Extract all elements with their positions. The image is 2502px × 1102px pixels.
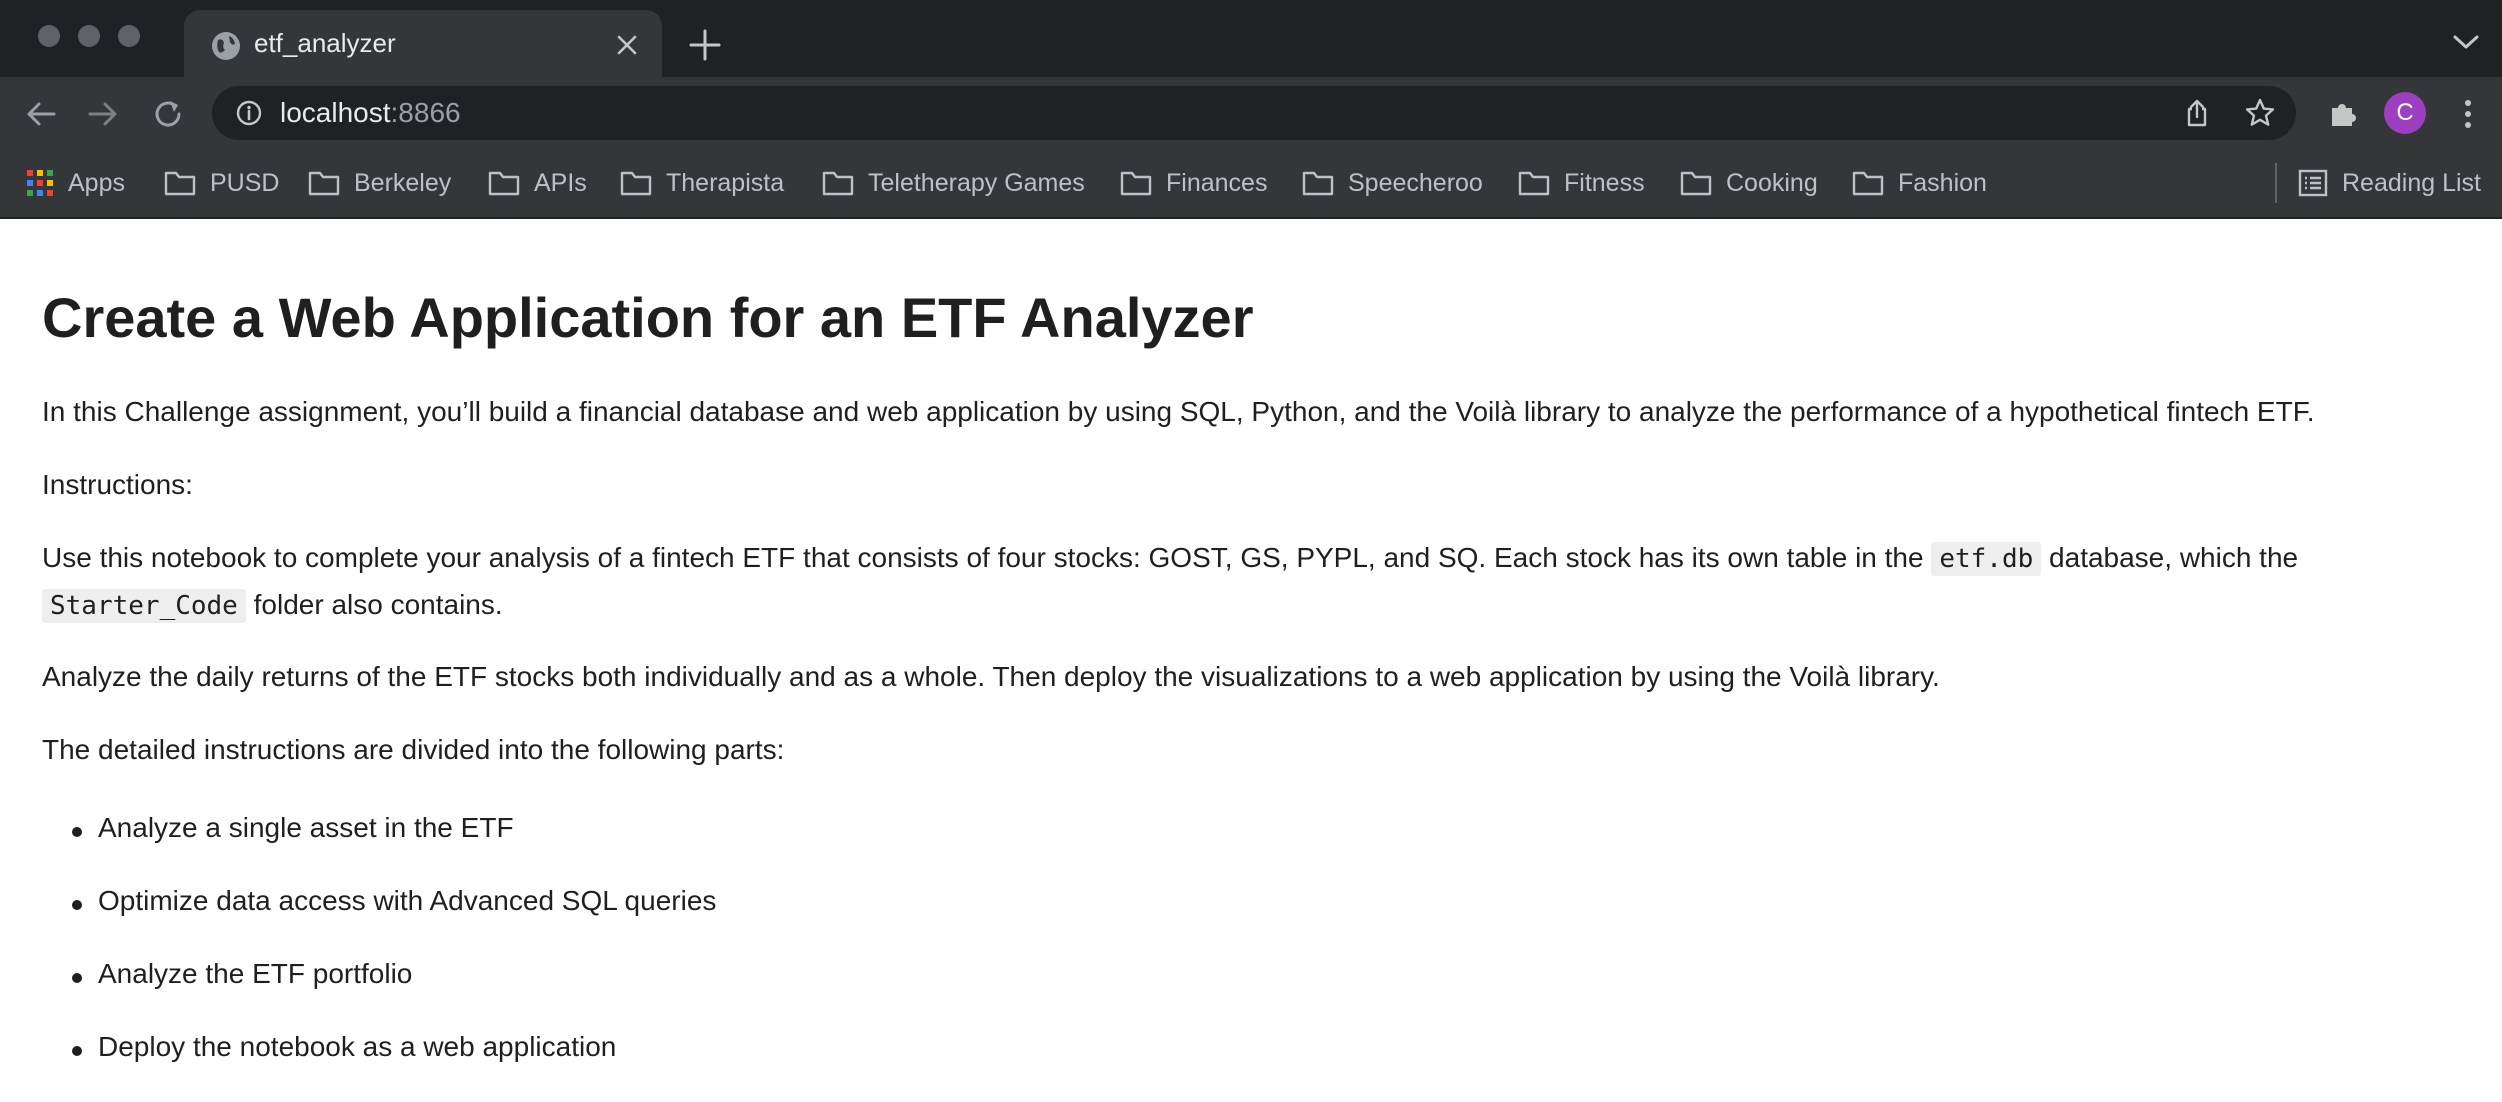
chevron-down-icon[interactable] — [2452, 32, 2480, 52]
folder-icon — [164, 171, 196, 196]
window-minimize-light[interactable] — [78, 25, 100, 47]
reading-list-button[interactable]: Reading List — [2298, 149, 2481, 217]
reading-list-label: Reading List — [2342, 168, 2481, 197]
browser-toolbar: localhost:8866 C — [0, 77, 2502, 149]
bookmark-star-icon[interactable] — [2244, 97, 2276, 129]
folder-icon — [822, 171, 854, 196]
url-host: localhost — [280, 97, 391, 128]
tab-etf-analyzer[interactable]: etf_analyzer — [184, 10, 662, 77]
extensions-puzzle-icon[interactable] — [2326, 96, 2360, 130]
folder-icon — [308, 171, 340, 196]
bookmark-label: Cooking — [1726, 168, 1818, 197]
new-tab-plus-icon[interactable] — [688, 28, 722, 62]
bookmark-label: APIs — [534, 168, 587, 197]
bookmark-label: Teletherapy Games — [868, 168, 1085, 197]
tab-title: etf_analyzer — [254, 28, 396, 58]
folder-icon — [1518, 171, 1550, 196]
globe-icon — [212, 32, 240, 60]
folder-icon — [488, 171, 520, 196]
bookmark-folder-cooking[interactable]: Cooking — [1680, 149, 1818, 217]
list-bullet — [72, 973, 82, 983]
bookmarks-bar: Apps PUSD Berkeley APIs Therapista Telet… — [0, 149, 2502, 219]
notebook-text-3: folder also contains. — [245, 589, 503, 620]
instructions-label: Instructions: — [42, 469, 193, 500]
share-icon[interactable] — [2182, 98, 2212, 128]
bookmark-label: PUSD — [210, 168, 280, 197]
tab-strip: etf_analyzer — [0, 0, 2502, 77]
reading-list-icon — [2298, 169, 2328, 197]
notebook-page: Create a Web Application for an ETF Anal… — [0, 219, 2502, 1102]
notebook-text-2: database, which the — [2041, 542, 2299, 573]
folder-icon — [1302, 171, 1334, 196]
address-url: localhost:8866 — [280, 97, 461, 129]
list-bullet — [72, 827, 82, 837]
parts-intro: The detailed instructions are divided in… — [42, 734, 785, 765]
bookmark-folder-berkeley[interactable]: Berkeley — [308, 149, 451, 217]
bookmark-folder-pusd[interactable]: PUSD — [164, 149, 279, 217]
bookmark-label: Apps — [68, 168, 125, 197]
notebook-text-1: Use this notebook to complete your analy… — [42, 542, 1932, 573]
list-item: Analyze a single asset in the ETF — [98, 812, 514, 843]
bookmark-label: Berkeley — [354, 168, 452, 197]
folder-icon — [1852, 171, 1884, 196]
list-bullet — [72, 900, 82, 910]
notebook-paragraph: Use this notebook to complete your analy… — [42, 535, 2298, 629]
bookmark-label: Finances — [1166, 168, 1268, 197]
folder-icon — [1680, 171, 1712, 196]
back-arrow-icon[interactable] — [24, 97, 58, 131]
close-icon[interactable] — [614, 32, 640, 58]
bookmark-folder-finances[interactable]: Finances — [1120, 149, 1267, 217]
code-etf-db: etf.db — [1931, 542, 2042, 576]
list-item: Deploy the notebook as a web application — [98, 1031, 617, 1062]
window-close-light[interactable] — [38, 25, 60, 47]
bookmark-folder-fitness[interactable]: Fitness — [1518, 149, 1645, 217]
bookmark-folder-teletherapy-games[interactable]: Teletherapy Games — [822, 149, 1085, 217]
bookmark-label: Fashion — [1898, 168, 1987, 197]
apps-grid-icon — [27, 170, 53, 196]
folder-icon — [620, 171, 652, 196]
intro-paragraph: In this Challenge assignment, you’ll bui… — [42, 396, 2315, 427]
address-bar[interactable]: localhost:8866 — [212, 86, 2296, 140]
list-item: Optimize data access with Advanced SQL q… — [98, 885, 717, 916]
bookmark-label: Speecheroo — [1348, 168, 1483, 197]
list-item: Analyze the ETF portfolio — [98, 958, 413, 989]
profile-avatar[interactable]: C — [2384, 92, 2426, 134]
reload-icon[interactable] — [150, 96, 186, 132]
bookmark-apps[interactable]: Apps — [26, 149, 125, 217]
bookmark-folder-therapista[interactable]: Therapista — [620, 149, 784, 217]
code-starter-code: Starter_Code — [42, 589, 246, 623]
page-title: Create a Web Application for an ETF Anal… — [42, 286, 1254, 349]
bookmark-label: Fitness — [1564, 168, 1645, 197]
bookmark-label: Therapista — [666, 168, 785, 197]
bookmark-folder-speecheroo[interactable]: Speecheroo — [1302, 149, 1483, 217]
folder-icon — [1120, 171, 1152, 196]
bookmarks-divider — [2275, 163, 2277, 203]
more-menu-icon[interactable] — [2458, 97, 2478, 131]
list-bullet — [72, 1046, 82, 1056]
bookmark-folder-fashion[interactable]: Fashion — [1852, 149, 1987, 217]
url-port: :8866 — [390, 97, 461, 128]
analyze-paragraph: Analyze the daily returns of the ETF sto… — [42, 661, 1940, 692]
bookmark-folder-apis[interactable]: APIs — [488, 149, 587, 217]
forward-arrow-icon[interactable] — [86, 97, 120, 131]
window-zoom-light[interactable] — [118, 25, 140, 47]
info-icon[interactable] — [236, 100, 262, 126]
